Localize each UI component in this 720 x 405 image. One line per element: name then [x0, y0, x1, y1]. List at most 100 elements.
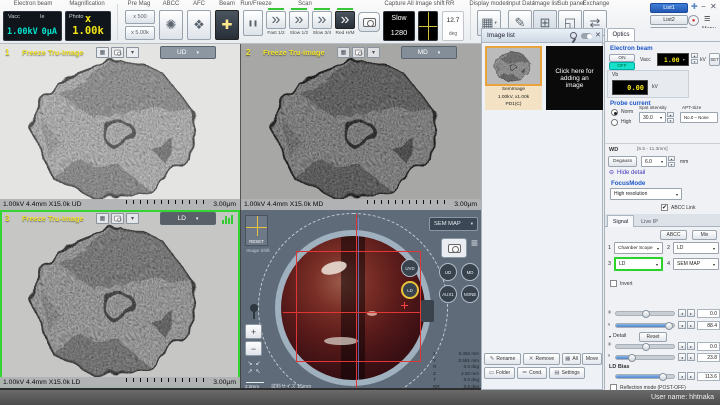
- wd-dropdown[interactable]: 6.0▾: [641, 156, 667, 167]
- degauss-button[interactable]: Degauss: [608, 156, 637, 167]
- tab-signal[interactable]: Signal: [607, 215, 634, 227]
- cond-button[interactable]: ≔Cond.: [517, 367, 547, 379]
- all-button[interactable]: ▦All: [562, 353, 581, 365]
- quadrant-display-icon[interactable]: ▦: [96, 47, 109, 58]
- list1-button[interactable]: List1: [650, 3, 688, 13]
- detector-select-dropdown[interactable]: LD ▾: [160, 212, 216, 225]
- focus-mode-dropdown[interactable]: High resolution▾: [610, 188, 682, 200]
- quadrant-dropdown-icon[interactable]: ▾: [126, 213, 139, 224]
- image-shift-reset-button[interactable]: RESET: [245, 215, 268, 246]
- detector-ud-button[interactable]: UD: [439, 263, 457, 281]
- settings-button[interactable]: ▤Settings: [549, 367, 585, 379]
- add-image-tile[interactable]: Click here for adding an image: [546, 46, 603, 110]
- pre-mag-5k-button[interactable]: x 5.00k: [125, 26, 155, 40]
- invert-checkbox[interactable]: Invert: [610, 280, 633, 287]
- sem-image-quadrant-2[interactable]: 2 Freeze Tru-Image ▦ ▾ MD ▾ 1.00kV 4.4mm…: [240, 44, 481, 210]
- quadrant-capture-icon[interactable]: [352, 47, 365, 58]
- channel-4-dropdown[interactable]: SEM MAP▾: [673, 258, 719, 270]
- slider-right-arrow[interactable]: ▸: [687, 309, 695, 317]
- close-icon[interactable]: ✕: [710, 2, 717, 11]
- run-freeze-button[interactable]: ❚❚: [243, 10, 263, 36]
- folder-button[interactable]: ▭Folder: [484, 367, 515, 379]
- gun-on-button[interactable]: ON: [609, 54, 635, 62]
- scan-red-button[interactable]: »: [335, 11, 355, 29]
- gun-off-button[interactable]: OFF: [609, 62, 635, 70]
- image-shift-indicator[interactable]: [418, 11, 438, 41]
- spot-intensity-dropdown[interactable]: 30.0▾: [639, 112, 666, 123]
- tab-optics[interactable]: Optics: [607, 28, 635, 41]
- detail-contrast-value[interactable]: 23.8: [697, 353, 720, 362]
- beam-button[interactable]: ✚: [215, 10, 239, 40]
- slider-left-arrow[interactable]: ◂: [678, 372, 686, 380]
- detail-brightness-slider[interactable]: [615, 344, 675, 349]
- abcc-link-checkbox[interactable]: ✔ ABCC Link: [661, 204, 695, 211]
- slider-left-arrow[interactable]: ◂: [678, 342, 686, 350]
- mix-button[interactable]: Mix: [692, 230, 717, 240]
- detail-brightness-value[interactable]: 0.0: [697, 342, 720, 351]
- quadrant-capture-icon[interactable]: [111, 47, 124, 58]
- probe-high-radio[interactable]: [611, 119, 618, 126]
- slider-left-arrow[interactable]: ◂: [678, 309, 686, 317]
- zoom-out-button[interactable]: −: [245, 341, 262, 356]
- quadrant-dropdown-icon[interactable]: ▾: [126, 47, 139, 58]
- abcc-button[interactable]: ✺: [159, 10, 183, 40]
- slider-left-arrow[interactable]: ◂: [678, 321, 686, 329]
- contrast-value[interactable]: 88.4: [697, 321, 720, 330]
- map-mode-dropdown[interactable]: SEM MAP ▾: [429, 217, 478, 231]
- slider-right-arrow[interactable]: ▸: [687, 372, 695, 380]
- hide-detail-link[interactable]: ⊖ Hide detail: [609, 169, 645, 176]
- sem-image-quadrant-1[interactable]: 1 Freeze Tru-Image ▦ ▾ UD ▾ 1.00kV 4.4mm…: [0, 44, 240, 210]
- detector-uvd-button[interactable]: UVD: [401, 259, 419, 277]
- thumbnail-sem-image[interactable]: [485, 46, 542, 86]
- remove-button[interactable]: ✕Remove: [523, 353, 560, 365]
- detector-ld-button[interactable]: LD: [401, 281, 419, 299]
- detector-none-button[interactable]: NONE: [461, 285, 479, 303]
- slider-right-arrow[interactable]: ▸: [687, 353, 695, 361]
- capture-photo-button[interactable]: [358, 12, 380, 32]
- wd-stepper[interactable]: ▴▾: [668, 156, 675, 167]
- record-button[interactable]: ●: [688, 15, 699, 26]
- minimize-icon[interactable]: −: [701, 2, 706, 11]
- detector-md-button[interactable]: MD: [461, 263, 479, 281]
- afc-button[interactable]: ❖: [187, 10, 211, 40]
- zoom-in-button[interactable]: +: [245, 324, 262, 339]
- contrast-slider[interactable]: [615, 323, 675, 328]
- reset-button[interactable]: Reset: [639, 332, 667, 342]
- detector-aux1-button[interactable]: AUX1: [439, 285, 457, 303]
- brightness-slider[interactable]: [615, 311, 675, 316]
- vacc-stepper[interactable]: ▴▾: [691, 53, 698, 64]
- close-icon[interactable]: ✕: [595, 31, 601, 39]
- detail-toggle[interactable]: ▾ Detail: [609, 333, 626, 339]
- sem-map-panel[interactable]: RESET Image Shift SEM MAP ▾ ≡ UVD LD UD …: [240, 210, 481, 388]
- tab-live-ip[interactable]: Live IP: [635, 216, 664, 227]
- map-capture-button[interactable]: [441, 238, 467, 258]
- scan-slow12-button[interactable]: »: [289, 11, 309, 29]
- apt-size-dropdown[interactable]: No.0 – None: [680, 112, 718, 123]
- detail-contrast-slider[interactable]: [615, 355, 675, 360]
- pre-mag-500-button[interactable]: x 500: [125, 10, 155, 24]
- quadrant-capture-icon[interactable]: [111, 213, 124, 224]
- map-menu-icon[interactable]: ≡: [471, 236, 478, 250]
- channel-1-dropdown[interactable]: Chamber Scope▾: [614, 242, 663, 254]
- scan-fast-button[interactable]: »: [266, 11, 286, 29]
- abcc-button[interactable]: ABCC: [660, 230, 687, 240]
- channel-3-dropdown[interactable]: LD▾: [614, 257, 663, 271]
- quadrant-dropdown-icon[interactable]: ▾: [367, 47, 380, 58]
- sem-image-quadrant-3[interactable]: 3 Freeze Tru-Image ▦ ▾ LD ▾ 1.00kV 4.4mm…: [0, 210, 240, 388]
- move-window-icon[interactable]: ✚: [691, 2, 698, 11]
- probe-norm-radio[interactable]: [611, 109, 618, 116]
- quadrant-display-icon[interactable]: ▦: [337, 47, 350, 58]
- slider-left-arrow[interactable]: ◂: [678, 353, 686, 361]
- rename-button[interactable]: ✎Rename: [484, 353, 521, 365]
- vacc-field[interactable]: 1.00 ▾: [657, 53, 689, 66]
- slider-right-arrow[interactable]: ▸: [687, 342, 695, 350]
- ld-bias-value[interactable]: 113.6: [697, 372, 720, 381]
- ld-bias-slider[interactable]: [615, 374, 675, 379]
- panel-toggle-icon[interactable]: [581, 33, 592, 39]
- slider-right-arrow[interactable]: ▸: [687, 321, 695, 329]
- detector-select-dropdown[interactable]: MD ▾: [401, 46, 457, 59]
- channel-2-dropdown[interactable]: LD▾: [673, 242, 719, 254]
- detector-select-dropdown[interactable]: UD ▾: [160, 46, 216, 59]
- menu-icon[interactable]: ≡: [704, 13, 710, 25]
- quadrant-display-icon[interactable]: ▦: [96, 213, 109, 224]
